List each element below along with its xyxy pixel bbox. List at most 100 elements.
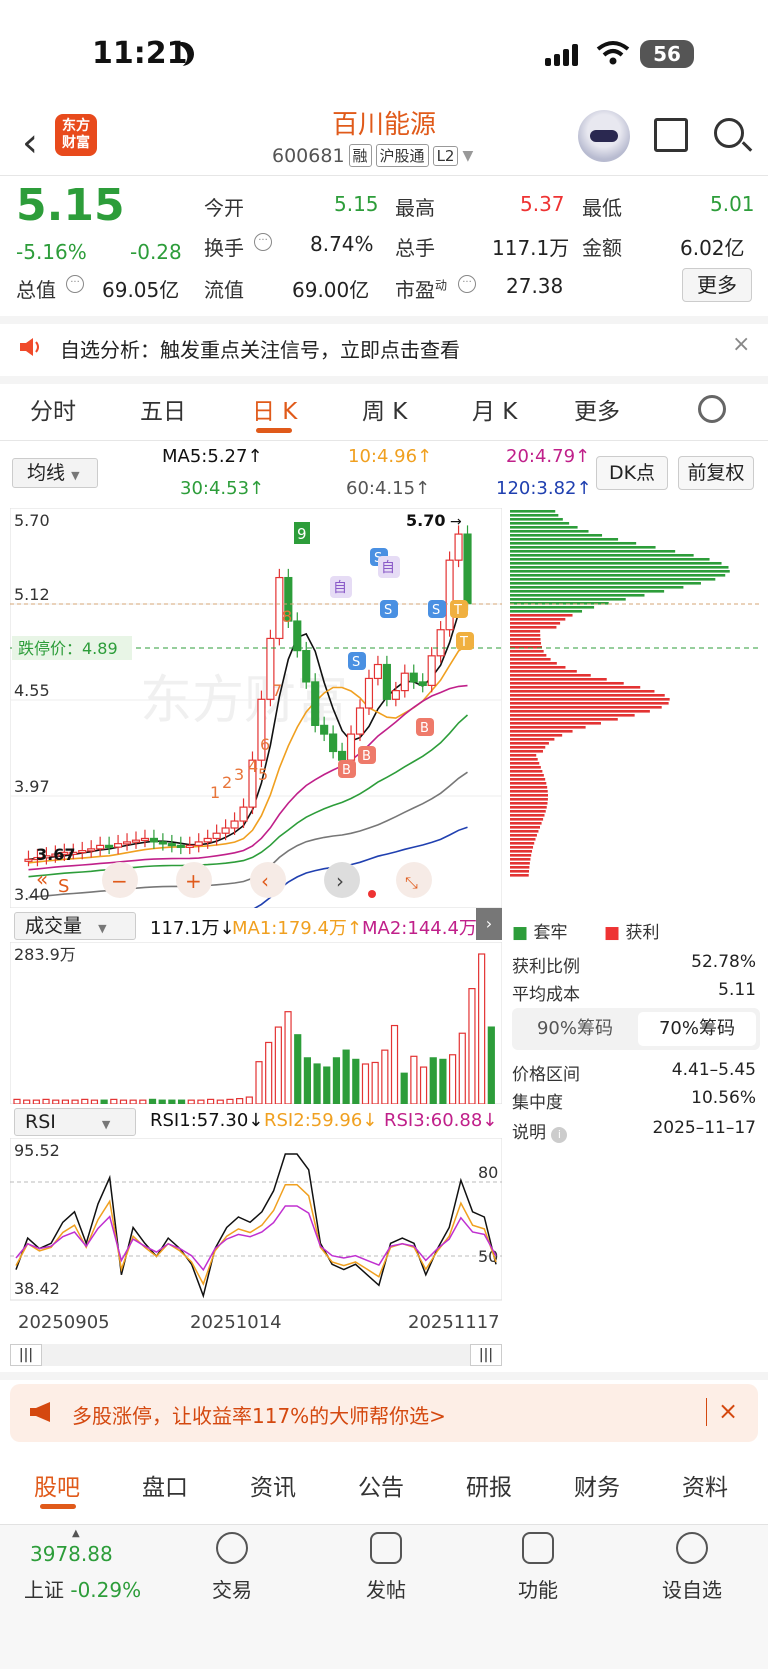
volume-ma1: MA1:179.4万↑ [232,918,362,939]
y-tick-455: 4.55 [14,681,50,700]
tab-announcements[interactable]: 公告 [358,1468,404,1502]
kline-chart[interactable]: 东方财富 5.70 5.12 4.55 3.97 3.40 跌停价：4.89 5… [10,508,502,908]
volume-bar [439,1058,447,1104]
low-label: 最低 [582,196,622,220]
chip-bar [510,630,541,633]
tab-intraday[interactable]: 分时 [30,392,76,426]
svg-text:+: + [185,869,202,893]
nav-set-watchlist[interactable]: 设自选 [632,1532,752,1603]
info-icon[interactable]: ··· [254,233,272,251]
volume-bar [478,953,486,1104]
candle [96,844,105,850]
chip-bar [510,734,563,737]
info-icon[interactable]: i [551,1127,568,1143]
chip-bar [510,706,662,709]
chip-bar [510,750,543,753]
promo-text[interactable]: 多股涨停，让收益率117%的大师帮你选> [72,1400,446,1429]
volume-bar [158,1099,166,1104]
search-icon[interactable] [714,118,744,148]
chip-percent-toggle[interactable]: 90%筹码 70%筹码 [512,1008,760,1050]
tab-daily-k[interactable]: 日 K [252,392,297,426]
svg-text:8: 8 [282,607,292,626]
volume-bar [400,1072,408,1104]
volume-bar [148,1098,157,1104]
chip-bar [510,666,566,669]
svg-text:5: 5 [258,765,268,784]
tab-monthly-k[interactable]: 月 K [472,392,517,426]
chevron-right-icon[interactable]: › [476,908,502,940]
index-value[interactable]: 3978.88 [30,1542,113,1566]
volume-bar [352,1058,360,1104]
tab-more[interactable]: 更多 [574,392,620,426]
promo-close-icon[interactable]: × [718,1397,738,1425]
chip-bar [510,770,543,773]
volume-select[interactable]: 成交量 ▼ [14,912,136,940]
tab-forum[interactable]: 股吧 [34,1468,80,1502]
candle [427,655,436,686]
tab-profile[interactable]: 资料 [682,1468,728,1502]
candle [346,733,356,761]
chip-bar [510,590,665,593]
svg-text:2: 2 [222,773,232,792]
dk-point-button[interactable]: DK点 [596,456,668,490]
avg-cost-label: 平均成本 [512,985,580,1005]
tag-l2: L2 [432,145,459,166]
stock-code: 600681 [272,144,345,167]
rsi-select[interactable]: RSI ▼ [14,1108,136,1136]
tab-news[interactable]: 资讯 [250,1468,296,1502]
low-value: 5.01 [710,192,755,216]
more-button[interactable]: 更多 [682,268,752,302]
chip-bar [510,862,530,865]
info-icon[interactable]: ··· [458,275,476,293]
chip-bar [510,662,557,665]
chip-bar [510,674,591,677]
info-icon[interactable]: ··· [66,275,84,293]
candle [436,629,445,657]
svg-text:T: T [453,603,462,618]
tab-research[interactable]: 研报 [466,1468,512,1502]
tab-finance[interactable]: 财务 [574,1468,620,1502]
chip-bar [510,710,650,713]
volume-bar [265,1041,273,1104]
date-mid: 20251014 [190,1312,282,1333]
volume-bar [71,1099,79,1104]
robot-assistant-avatar[interactable] [578,110,630,162]
chip-bar [510,586,684,589]
chip-bar [510,790,548,793]
tab-five-day[interactable]: 五日 [140,392,186,426]
range-handle-right[interactable]: ||| [470,1344,502,1366]
tab-order-book[interactable]: 盘口 [142,1468,188,1502]
candle [338,750,347,761]
gear-icon[interactable] [698,395,726,423]
nav-post[interactable]: 发帖 [326,1532,446,1603]
candle [158,841,167,845]
trade-icon [216,1532,248,1564]
index-name-row[interactable]: 上证 -0.29% [24,1574,141,1603]
chip-bar [510,542,637,545]
chip-bar [510,718,618,721]
range-handle-left[interactable]: ||| [10,1344,42,1366]
nav-functions[interactable]: 功能 [478,1532,598,1603]
ma-select[interactable]: 均线 ▼ [12,458,98,488]
chip-bar [510,582,701,585]
adjust-button[interactable]: 前复权 [678,456,754,490]
chip-bar [510,786,548,789]
amount-value: 6.02亿 [680,236,745,260]
chip-bar [510,738,555,741]
option-70[interactable]: 70%筹码 [638,1012,756,1046]
chip-bar [510,622,561,625]
chevron-down-icon[interactable]: ▼ [462,148,473,164]
share-icon[interactable] [654,118,688,152]
candle [382,663,391,700]
chart-range-scrollbar[interactable]: ||| ||| [10,1344,502,1366]
nav-trade[interactable]: 交易 [172,1532,292,1603]
option-90[interactable]: 90%筹码 [516,1012,634,1046]
sequence-9-badge: 9 [297,525,307,543]
speaker-icon [20,338,39,356]
volume-bar [61,1099,70,1104]
tab-weekly-k[interactable]: 周 K [362,392,407,426]
notice-close-icon[interactable]: × [732,332,750,357]
notice-text[interactable]: 自选分析：触发重点关注信号，立即点击查看 [60,334,460,363]
chip-bar [510,642,542,645]
date-end: 20251117 [408,1312,500,1333]
